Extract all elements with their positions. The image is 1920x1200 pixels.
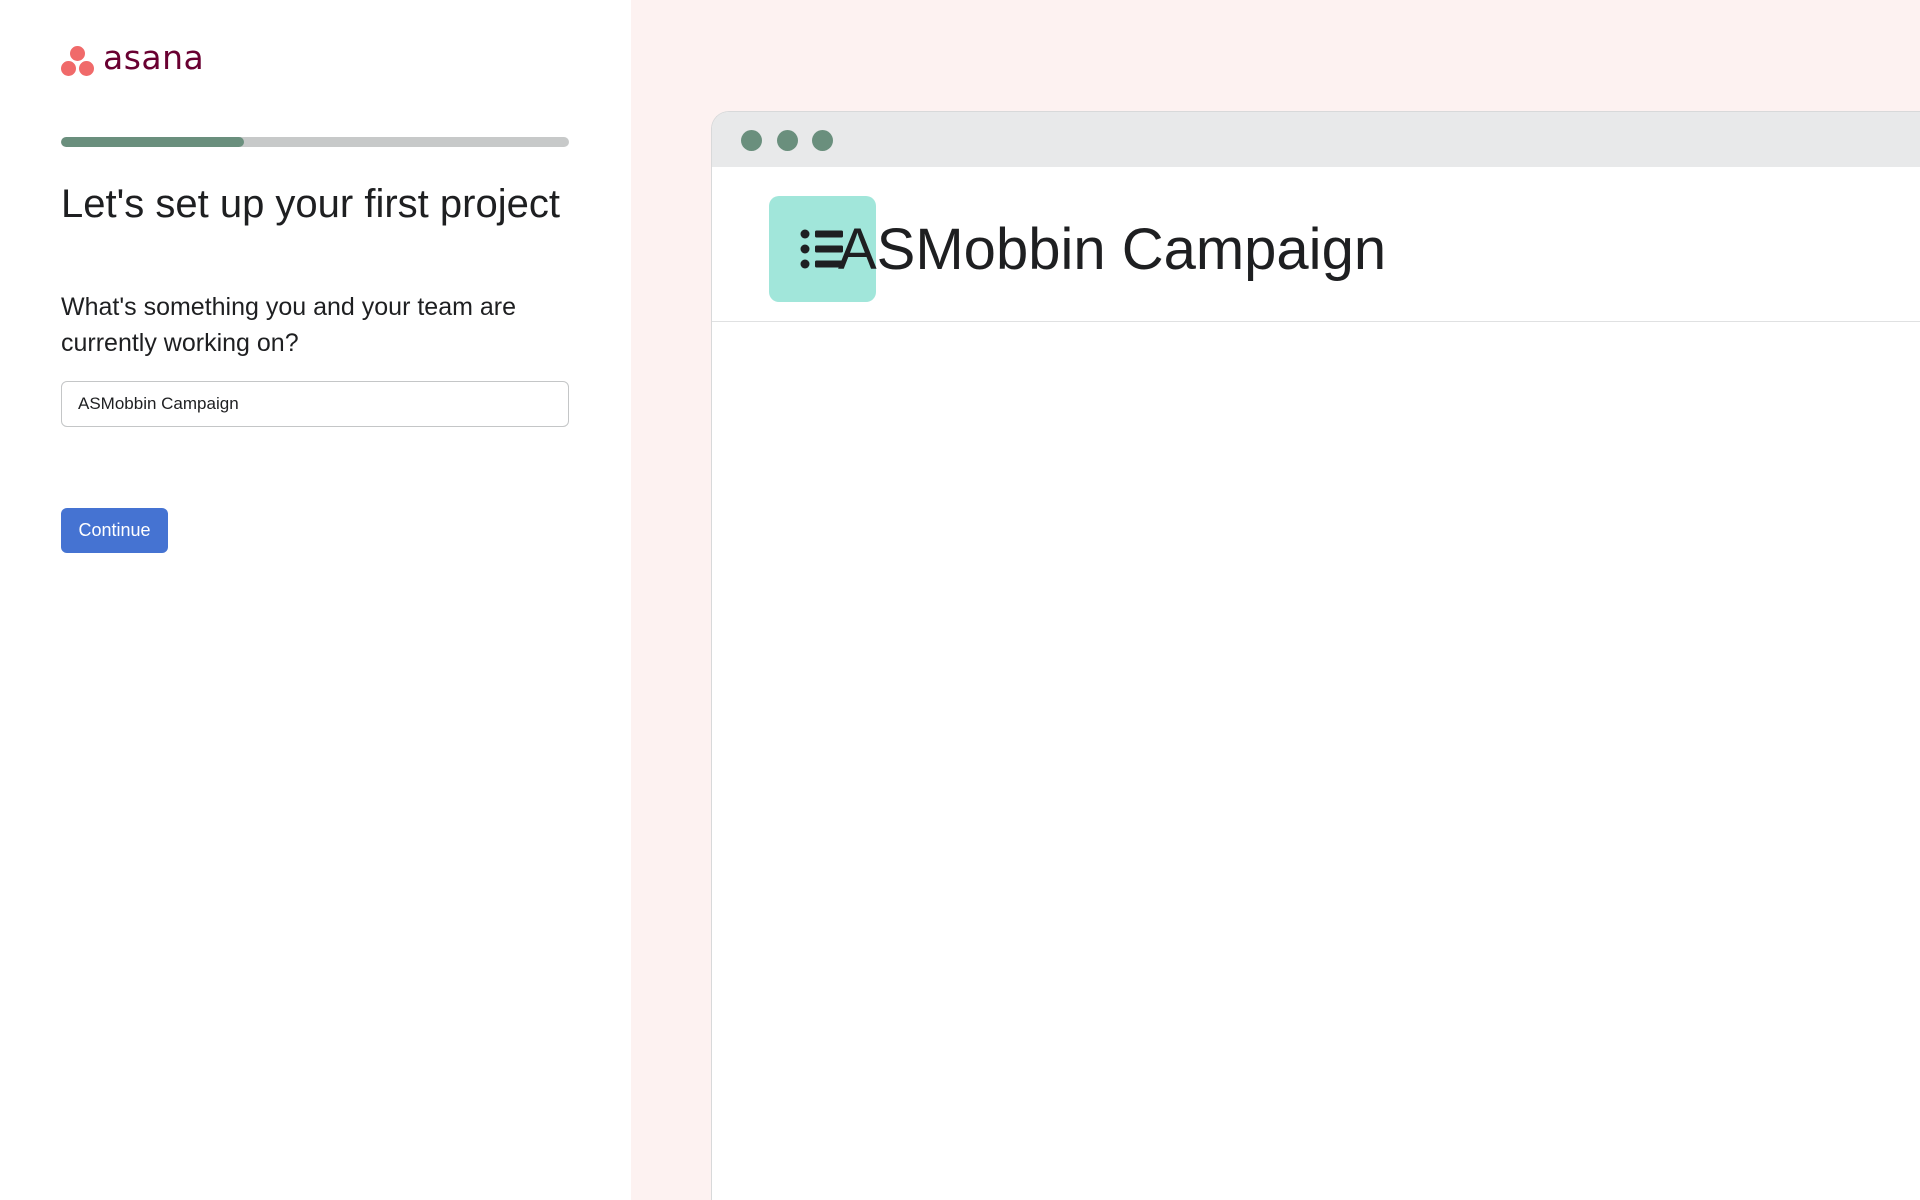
onboarding-page: asana Let's set up your first project Wh… [0,0,1920,1200]
window-close-dot-icon [741,130,762,151]
project-preview-panel [631,0,1920,1200]
setup-form-panel: asana Let's set up your first project Wh… [0,0,631,1200]
page-title: Let's set up your first project [61,182,560,226]
preview-project-title: ASMobbin Campaign [838,217,1387,282]
project-name-input[interactable] [61,381,569,427]
logo-wordmark: asana [103,38,205,77]
asana-logo: asana [61,38,205,78]
progress-bar-fill [61,137,244,147]
onboarding-progress-bar [61,137,569,147]
browser-title-bar [712,112,1920,167]
window-minimize-dot-icon [777,130,798,151]
project-name-question: What's something you and your team are c… [61,293,517,357]
continue-button[interactable]: Continue [61,508,168,553]
window-maximize-dot-icon [812,130,833,151]
asana-dots-icon [61,45,95,77]
